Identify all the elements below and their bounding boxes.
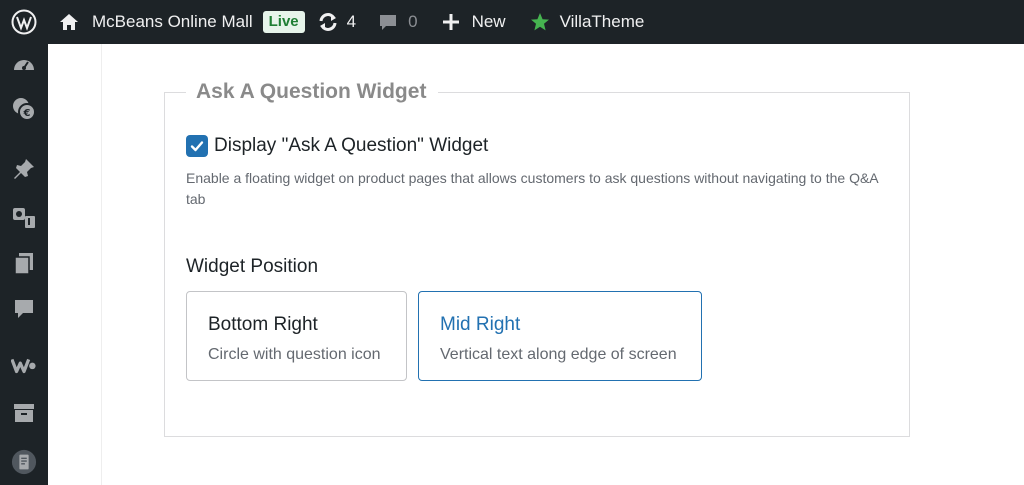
wordpress-icon [11,9,37,35]
media-icon [13,208,35,228]
option-subtitle: Vertical text along edge of screen [440,346,677,363]
comment-icon [380,15,397,30]
display-widget-option[interactable]: Display "Ask A Question" Widget [186,135,488,157]
dashboard-icon [14,60,34,70]
home-icon [60,14,78,30]
menu-dashboard[interactable] [11,52,37,78]
pages-icon [14,253,33,275]
position-option-mid-right[interactable]: Mid Right Vertical text along edge of sc… [418,291,702,381]
comments-count: 0 [408,12,418,31]
menu-archive[interactable] [11,400,37,426]
site-name-link[interactable]: McBeans Online Mall Live [58,0,305,44]
plus-icon [442,14,459,30]
woocommerce-currency-icon: € [13,98,36,121]
display-widget-checkbox[interactable] [186,135,208,157]
content-left-gutter [48,44,102,485]
option-title: Bottom Right [208,314,318,335]
star-icon [530,13,549,31]
new-content-link[interactable]: New [442,0,506,44]
refresh-icon [319,13,337,31]
updates-link[interactable]: 4 [317,0,356,44]
woo-icon [11,358,36,374]
menu-woocommerce[interactable] [11,352,37,378]
wordpress-logo-button[interactable] [0,0,48,44]
admin-bar: McBeans Online Mall Live 4 0 New VillaTh… [0,0,1024,44]
live-badge: Live [262,11,305,33]
pin-icon [14,159,34,179]
archive-icon [14,404,34,422]
comments-link[interactable]: 0 [378,0,418,44]
fieldset-legend: Ask A Question Widget [186,80,439,104]
display-widget-label[interactable]: Display "Ask A Question" Widget [214,135,488,157]
menu-plugin[interactable] [11,449,37,475]
site-name: McBeans Online Mall [92,12,253,31]
menu-media[interactable] [11,204,37,230]
new-label: New [471,12,506,31]
option-subtitle: Circle with question icon [208,346,381,363]
widget-position-heading: Widget Position [186,256,319,277]
menu-currency[interactable]: € [11,96,37,122]
updates-count: 4 [346,12,357,31]
menu-comments[interactable] [11,296,37,322]
comments-icon [15,300,33,318]
menu-pages[interactable] [11,250,37,276]
villatheme-link[interactable]: VillaTheme [530,0,645,44]
checkmark-icon [190,141,204,152]
villatheme-label: VillaTheme [559,12,645,31]
svg-text:€: € [23,108,31,119]
menu-posts[interactable] [11,156,37,182]
widget-description: Enable a floating widget on product page… [186,170,878,207]
option-title: Mid Right [440,314,521,335]
admin-side-menu: € [0,44,48,485]
position-option-bottom-right[interactable]: Bottom Right Circle with question icon [186,291,407,381]
plugin-icon [11,449,37,475]
